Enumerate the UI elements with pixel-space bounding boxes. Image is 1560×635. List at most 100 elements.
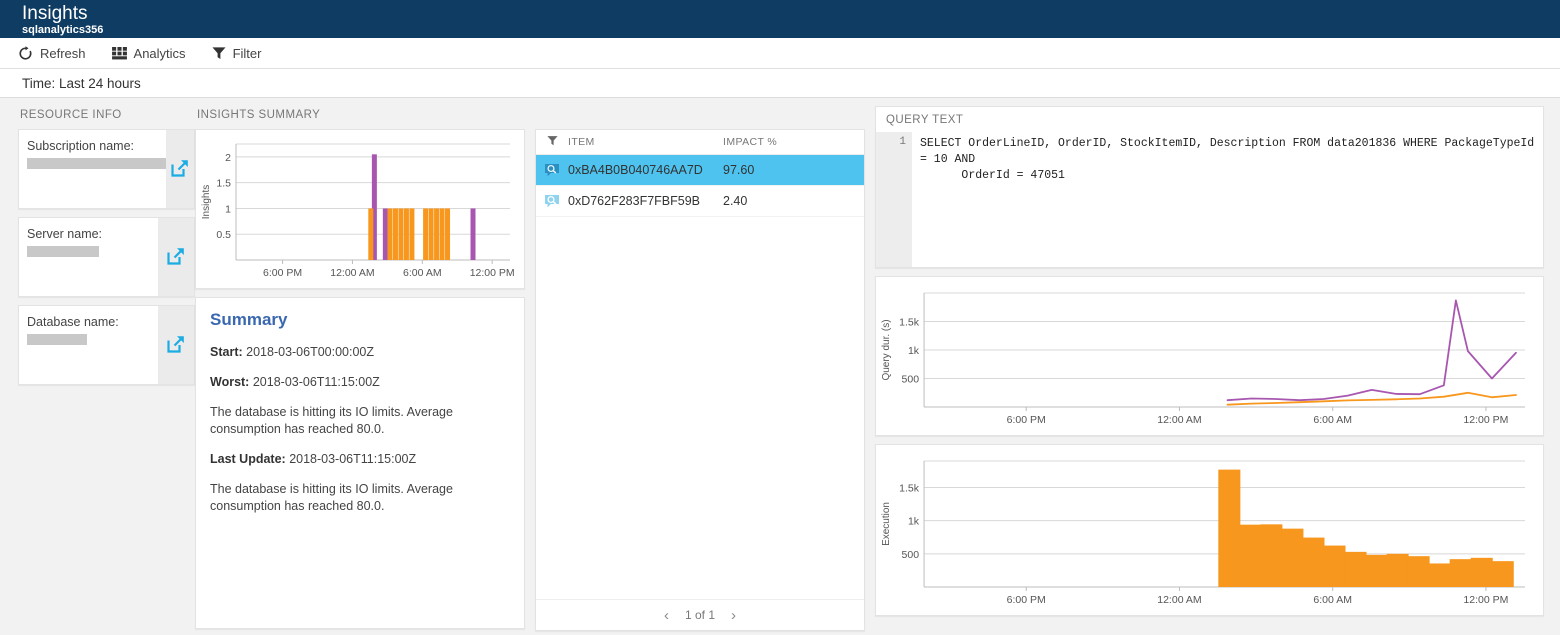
execution-chart-panel: 500 1k 1.5k 6:00 PM 12:00 AM 6:00 AM 12:00 PM E… xyxy=(875,444,1544,616)
resource-card-database[interactable]: Database name: xyxy=(18,305,195,385)
svg-text:6:00 PM: 6:00 PM xyxy=(1007,594,1046,606)
query-text-content[interactable]: SELECT OrderLineID, OrderID, StockItemID… xyxy=(912,132,1543,267)
items-table-header: ITEM IMPACT % xyxy=(536,130,864,155)
row-impact-value: 97.60 xyxy=(723,163,864,177)
external-link-icon xyxy=(167,247,185,268)
summary-worst-text: The database is hitting its IO limits. A… xyxy=(210,404,510,438)
row-item-id: 0xBA4B0B040746AA7D xyxy=(568,163,723,177)
resource-card-body: Database name: xyxy=(19,306,158,384)
toolbar: Refresh Analytics Filter xyxy=(0,38,1560,69)
filter-icon xyxy=(547,135,558,149)
query-icon xyxy=(536,193,568,209)
svg-text:0.5: 0.5 xyxy=(216,229,231,241)
main-content: RESOURCE INFO Subscription name: Server … xyxy=(0,98,1560,635)
summary-update-label: Last Update: xyxy=(210,452,286,466)
summary-update-value: 2018-03-06T11:15:00Z xyxy=(289,452,416,466)
svg-text:12:00 AM: 12:00 AM xyxy=(1157,594,1201,606)
svg-text:1: 1 xyxy=(225,203,231,215)
analytics-button[interactable]: Analytics xyxy=(112,46,186,61)
svg-text:6:00 PM: 6:00 PM xyxy=(1007,414,1046,426)
summary-update: Last Update: 2018-03-06T11:15:00Z xyxy=(210,451,510,468)
svg-text:12:00 AM: 12:00 AM xyxy=(330,267,374,279)
page-title: Insights xyxy=(22,3,1560,24)
database-open-button[interactable] xyxy=(158,306,194,384)
svg-text:Insights: Insights xyxy=(201,185,212,219)
svg-text:500: 500 xyxy=(902,549,920,561)
table-row[interactable]: 0xD762F283F7FBF59B 2.40 xyxy=(536,186,864,217)
svg-text:Execution: Execution xyxy=(881,502,892,546)
detail-column: QUERY TEXT 1 SELECT OrderLineID, OrderID… xyxy=(875,98,1560,635)
pagination: ‹ 1 of 1 › xyxy=(536,599,864,630)
resource-card-server[interactable]: Server name: xyxy=(18,217,195,297)
page-subtitle: sqlanalytics356 xyxy=(22,24,1560,37)
svg-text:6:00 AM: 6:00 AM xyxy=(1313,594,1352,606)
query-icon xyxy=(536,162,568,178)
row-item-id: 0xD762F283F7FBF59B xyxy=(568,194,723,208)
svg-text:12:00 PM: 12:00 PM xyxy=(470,267,515,279)
insights-summary-heading: INSIGHTS SUMMARY xyxy=(197,109,525,121)
svg-text:12:00 PM: 12:00 PM xyxy=(1463,414,1508,426)
summary-panel: Summary Start: 2018-03-06T00:00:00Z Wors… xyxy=(195,297,525,629)
time-range-label: Time: Last 24 hours xyxy=(22,76,141,91)
query-duration-chart-panel: 5001k1.5k6:00 PM12:00 AM6:00 AM12:00 PMQ… xyxy=(875,276,1544,436)
row-impact-value: 2.40 xyxy=(723,194,864,208)
query-line-number: 1 xyxy=(876,132,912,267)
column-header-item[interactable]: ITEM xyxy=(568,136,723,148)
svg-text:6:00 PM: 6:00 PM xyxy=(263,267,302,279)
svg-text:6:00 AM: 6:00 AM xyxy=(1313,414,1352,426)
server-open-button[interactable] xyxy=(158,218,194,296)
resource-card-body: Subscription name: xyxy=(19,130,166,208)
insights-chart: 0.5 1 1.5 2 6:00 PM 12:00 AM 6:00 AM 12:00 PM In… xyxy=(198,134,518,286)
svg-text:6:00 AM: 6:00 AM xyxy=(403,267,442,279)
svg-text:1.5: 1.5 xyxy=(216,178,231,190)
summary-update-text: The database is hitting its IO limits. A… xyxy=(210,481,510,515)
summary-start: Start: 2018-03-06T00:00:00Z xyxy=(210,344,510,361)
execution-chart: 500 1k 1.5k 6:00 PM 12:00 AM 6:00 AM 12:00 PM E… xyxy=(878,449,1539,613)
refresh-button[interactable]: Refresh xyxy=(18,46,86,61)
summary-worst: Worst: 2018-03-06T11:15:00Z xyxy=(210,374,510,391)
filter-button[interactable]: Filter xyxy=(212,46,262,61)
summary-worst-value: 2018-03-06T11:15:00Z xyxy=(253,375,380,389)
resource-card-subscription[interactable]: Subscription name: xyxy=(18,129,195,209)
svg-text:1.5k: 1.5k xyxy=(899,483,920,495)
page-indicator: 1 of 1 xyxy=(685,608,715,622)
resource-info-heading: RESOURCE INFO xyxy=(20,109,195,121)
filter-column-button[interactable] xyxy=(536,135,568,149)
filter-label: Filter xyxy=(233,46,262,61)
summary-heading: Summary xyxy=(210,310,510,330)
server-name-label: Server name: xyxy=(27,227,158,241)
external-link-icon xyxy=(167,335,185,356)
database-name-label: Database name: xyxy=(27,315,158,329)
svg-text:500: 500 xyxy=(902,374,920,386)
query-text-panel: QUERY TEXT 1 SELECT OrderLineID, OrderID… xyxy=(875,106,1544,268)
query-text-body: 1 SELECT OrderLineID, OrderID, StockItem… xyxy=(876,132,1543,267)
svg-text:Query dur. (s): Query dur. (s) xyxy=(881,319,892,380)
next-page-button[interactable]: › xyxy=(731,607,736,624)
filter-icon xyxy=(212,46,226,60)
prev-page-button[interactable]: ‹ xyxy=(664,607,669,624)
insights-summary-column: INSIGHTS SUMMARY 0.5 1 1.5 2 6:00 PM 12:00 AM… xyxy=(195,98,535,635)
svg-text:1k: 1k xyxy=(908,345,920,357)
subscription-name-redacted-value xyxy=(27,158,166,169)
query-text-heading: QUERY TEXT xyxy=(876,107,1543,132)
items-column: ITEM IMPACT % 0xBA4B0B040746AA7D 97.60 xyxy=(535,98,875,635)
summary-start-value: 2018-03-06T00:00:00Z xyxy=(246,345,374,359)
summary-worst-label: Worst: xyxy=(210,375,249,389)
refresh-icon xyxy=(18,46,33,61)
time-range-bar[interactable]: Time: Last 24 hours xyxy=(0,69,1560,98)
svg-text:2: 2 xyxy=(225,152,231,164)
server-name-redacted-value xyxy=(27,246,99,257)
database-name-redacted-value xyxy=(27,334,87,345)
svg-text:12:00 PM: 12:00 PM xyxy=(1463,594,1508,606)
subscription-name-label: Subscription name: xyxy=(27,139,166,153)
insights-chart-panel: 0.5 1 1.5 2 6:00 PM 12:00 AM 6:00 AM 12:00 PM In… xyxy=(195,129,525,289)
items-panel: ITEM IMPACT % 0xBA4B0B040746AA7D 97.60 xyxy=(535,129,865,631)
query-duration-chart: 5001k1.5k6:00 PM12:00 AM6:00 AM12:00 PMQ… xyxy=(878,281,1539,433)
resource-card-body: Server name: xyxy=(19,218,158,296)
refresh-label: Refresh xyxy=(40,46,86,61)
table-row[interactable]: 0xBA4B0B040746AA7D 97.60 xyxy=(536,155,864,186)
svg-text:1k: 1k xyxy=(908,516,920,528)
app-title-bar: Insights sqlanalytics356 xyxy=(0,0,1560,38)
subscription-open-button[interactable] xyxy=(166,130,194,208)
column-header-impact[interactable]: IMPACT % xyxy=(723,136,864,148)
